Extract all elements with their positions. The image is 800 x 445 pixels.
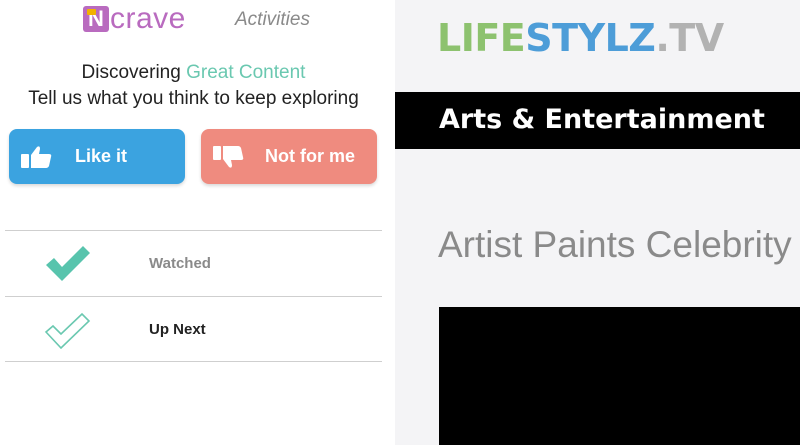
thumbs-down-icon bbox=[213, 145, 245, 169]
article-title: Artist Paints Celebrity bbox=[438, 224, 792, 265]
not-for-me-button-label: Not for me bbox=[265, 146, 355, 166]
video-player[interactable] bbox=[439, 307, 800, 445]
watched-label: Watched bbox=[149, 254, 211, 272]
like-button-label: Like it bbox=[75, 146, 128, 166]
ncrave-panel: N crave Activities Discovering Great Con… bbox=[0, 0, 395, 445]
lifestylz-page: LIFESTYLZ.TV Arts & Entertainment Artist… bbox=[395, 0, 800, 445]
heading-accent: Great Content bbox=[186, 62, 306, 83]
logo-wordmark: crave bbox=[110, 2, 186, 35]
list-item-watched[interactable]: Watched bbox=[5, 231, 382, 295]
brand-part-tv: .TV bbox=[655, 16, 724, 60]
ncrave-logo[interactable]: N crave bbox=[83, 3, 186, 35]
check-outline-icon bbox=[43, 309, 93, 350]
like-button[interactable]: Like it bbox=[9, 129, 185, 184]
up-next-label: Up Next bbox=[149, 320, 206, 338]
discover-heading: Discovering Great Content bbox=[0, 62, 387, 84]
discover-subheading: Tell us what you think to keep exploring bbox=[28, 88, 359, 109]
thumbs-up-icon bbox=[21, 145, 53, 169]
category-title[interactable]: Arts & Entertainment bbox=[439, 104, 765, 135]
divider bbox=[5, 361, 382, 362]
brand-part-life: LIFE bbox=[437, 16, 526, 60]
category-banner: Arts & Entertainment bbox=[395, 92, 800, 149]
heading-prefix: Discovering bbox=[81, 62, 187, 83]
lifestylz-logo[interactable]: LIFESTYLZ.TV bbox=[437, 16, 724, 60]
brand-part-stylz: STYLZ bbox=[525, 16, 656, 60]
activities-link[interactable]: Activities bbox=[235, 9, 310, 31]
check-solid-icon bbox=[43, 243, 93, 283]
list-item-up-next[interactable]: Up Next bbox=[5, 297, 382, 361]
ncrave-logo-mark: N bbox=[83, 6, 109, 32]
not-for-me-button[interactable]: Not for me bbox=[201, 129, 377, 184]
